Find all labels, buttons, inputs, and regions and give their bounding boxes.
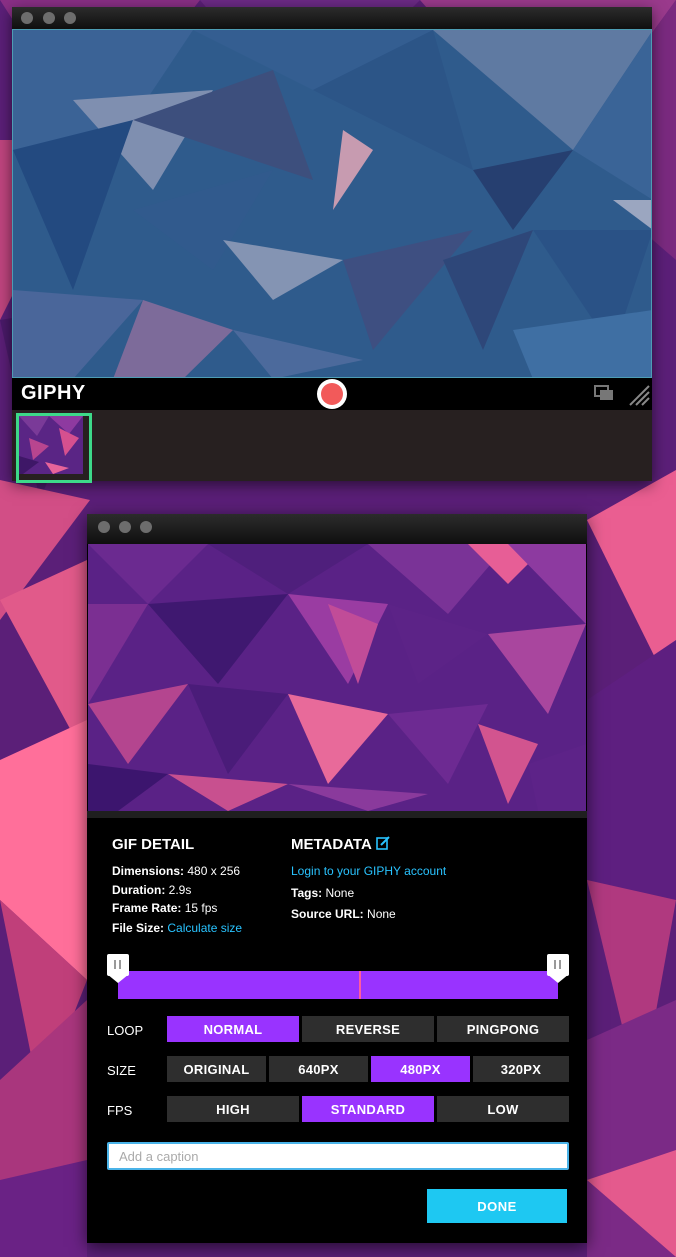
trim-range-track[interactable] xyxy=(118,971,558,999)
grip-icon xyxy=(114,960,116,969)
capture-area-content xyxy=(13,30,651,377)
frame-thumbnail[interactable] xyxy=(16,413,92,483)
capture-window: GIPHY xyxy=(12,7,652,483)
capture-area[interactable] xyxy=(12,29,652,378)
metadata-heading: METADATA xyxy=(291,836,372,853)
file-size-row: File Size: Calculate size xyxy=(112,921,242,935)
size-640px-button[interactable]: 640PX xyxy=(269,1056,368,1082)
dimensions-value: 480 x 256 xyxy=(187,864,241,878)
zoom-window-button[interactable] xyxy=(140,521,152,533)
playhead-marker[interactable] xyxy=(359,971,361,999)
fps-low-button[interactable]: LOW xyxy=(437,1096,569,1122)
tags-row: Tags: None xyxy=(291,886,354,900)
frame-rate-row: Frame Rate: 15 fps xyxy=(112,901,217,915)
file-size-label: File Size: xyxy=(112,921,165,935)
login-link[interactable]: Login to your GIPHY account xyxy=(291,864,446,878)
size-480px-button[interactable]: 480PX xyxy=(371,1056,470,1082)
gif-preview-image xyxy=(88,544,586,811)
duration-label: Duration: xyxy=(112,883,166,897)
edit-metadata-icon[interactable] xyxy=(376,836,390,850)
calculate-size-link[interactable]: Calculate size xyxy=(167,921,242,935)
dimensions-label: Dimensions: xyxy=(112,864,185,878)
gif-detail-heading: GIF DETAIL xyxy=(112,836,195,853)
trim-start-handle-tip xyxy=(107,974,129,983)
capture-toolbar: GIPHY xyxy=(12,378,652,410)
zoom-window-button[interactable] xyxy=(64,12,76,24)
record-button[interactable] xyxy=(317,379,347,409)
grip-icon xyxy=(554,960,556,969)
caption-input[interactable] xyxy=(107,1142,569,1170)
done-button[interactable]: DONE xyxy=(427,1189,567,1223)
trim-start-handle[interactable] xyxy=(107,954,129,984)
minimize-window-button[interactable] xyxy=(43,12,55,24)
trim-end-handle-box xyxy=(547,954,569,976)
tags-label: Tags: xyxy=(291,886,323,900)
loop-normal-button[interactable]: NORMAL xyxy=(167,1016,299,1042)
dimensions-row: Dimensions: 480 x 256 xyxy=(112,864,240,878)
source-url-value: None xyxy=(367,907,396,921)
fps-standard-button[interactable]: STANDARD xyxy=(302,1096,434,1122)
frame-rate-label: Frame Rate: xyxy=(112,901,182,915)
size-original-button[interactable]: ORIGINAL xyxy=(167,1056,266,1082)
tags-value: None xyxy=(325,886,355,900)
gif-preview xyxy=(88,544,586,811)
frames-icon[interactable] xyxy=(594,385,614,401)
loop-pingpong-button[interactable]: PINGPONG xyxy=(437,1016,569,1042)
loop-reverse-button[interactable]: REVERSE xyxy=(302,1016,434,1042)
trim-end-handle[interactable] xyxy=(547,954,569,984)
editor-window-titlebar[interactable] xyxy=(87,514,587,544)
loop-label: LOOP xyxy=(107,1023,144,1038)
size-label: SIZE xyxy=(107,1063,136,1078)
capture-window-titlebar[interactable] xyxy=(12,7,652,29)
resize-grip-icon[interactable] xyxy=(628,384,650,406)
fps-high-button[interactable]: HIGH xyxy=(167,1096,299,1122)
frame-rate-value: 15 fps xyxy=(184,901,218,915)
duration-value: 2.9s xyxy=(168,883,192,897)
minimize-window-button[interactable] xyxy=(119,521,131,533)
source-url-row: Source URL: None xyxy=(291,907,396,921)
giphy-logo: GIPHY xyxy=(21,382,86,404)
editor-window: GIF DETAIL Dimensions: 480 x 256 Duratio… xyxy=(87,514,587,1243)
filmstrip xyxy=(12,410,652,483)
frame-thumbnail-image xyxy=(19,416,83,474)
preview-divider xyxy=(87,811,587,818)
trim-start-handle-box xyxy=(107,954,129,976)
close-window-button[interactable] xyxy=(98,521,110,533)
close-window-button[interactable] xyxy=(21,12,33,24)
fps-label: FPS xyxy=(107,1103,133,1118)
duration-row: Duration: 2.9s xyxy=(112,883,191,897)
trim-end-handle-tip xyxy=(547,974,569,983)
size-320px-button[interactable]: 320PX xyxy=(473,1056,569,1082)
source-url-label: Source URL: xyxy=(291,907,364,921)
